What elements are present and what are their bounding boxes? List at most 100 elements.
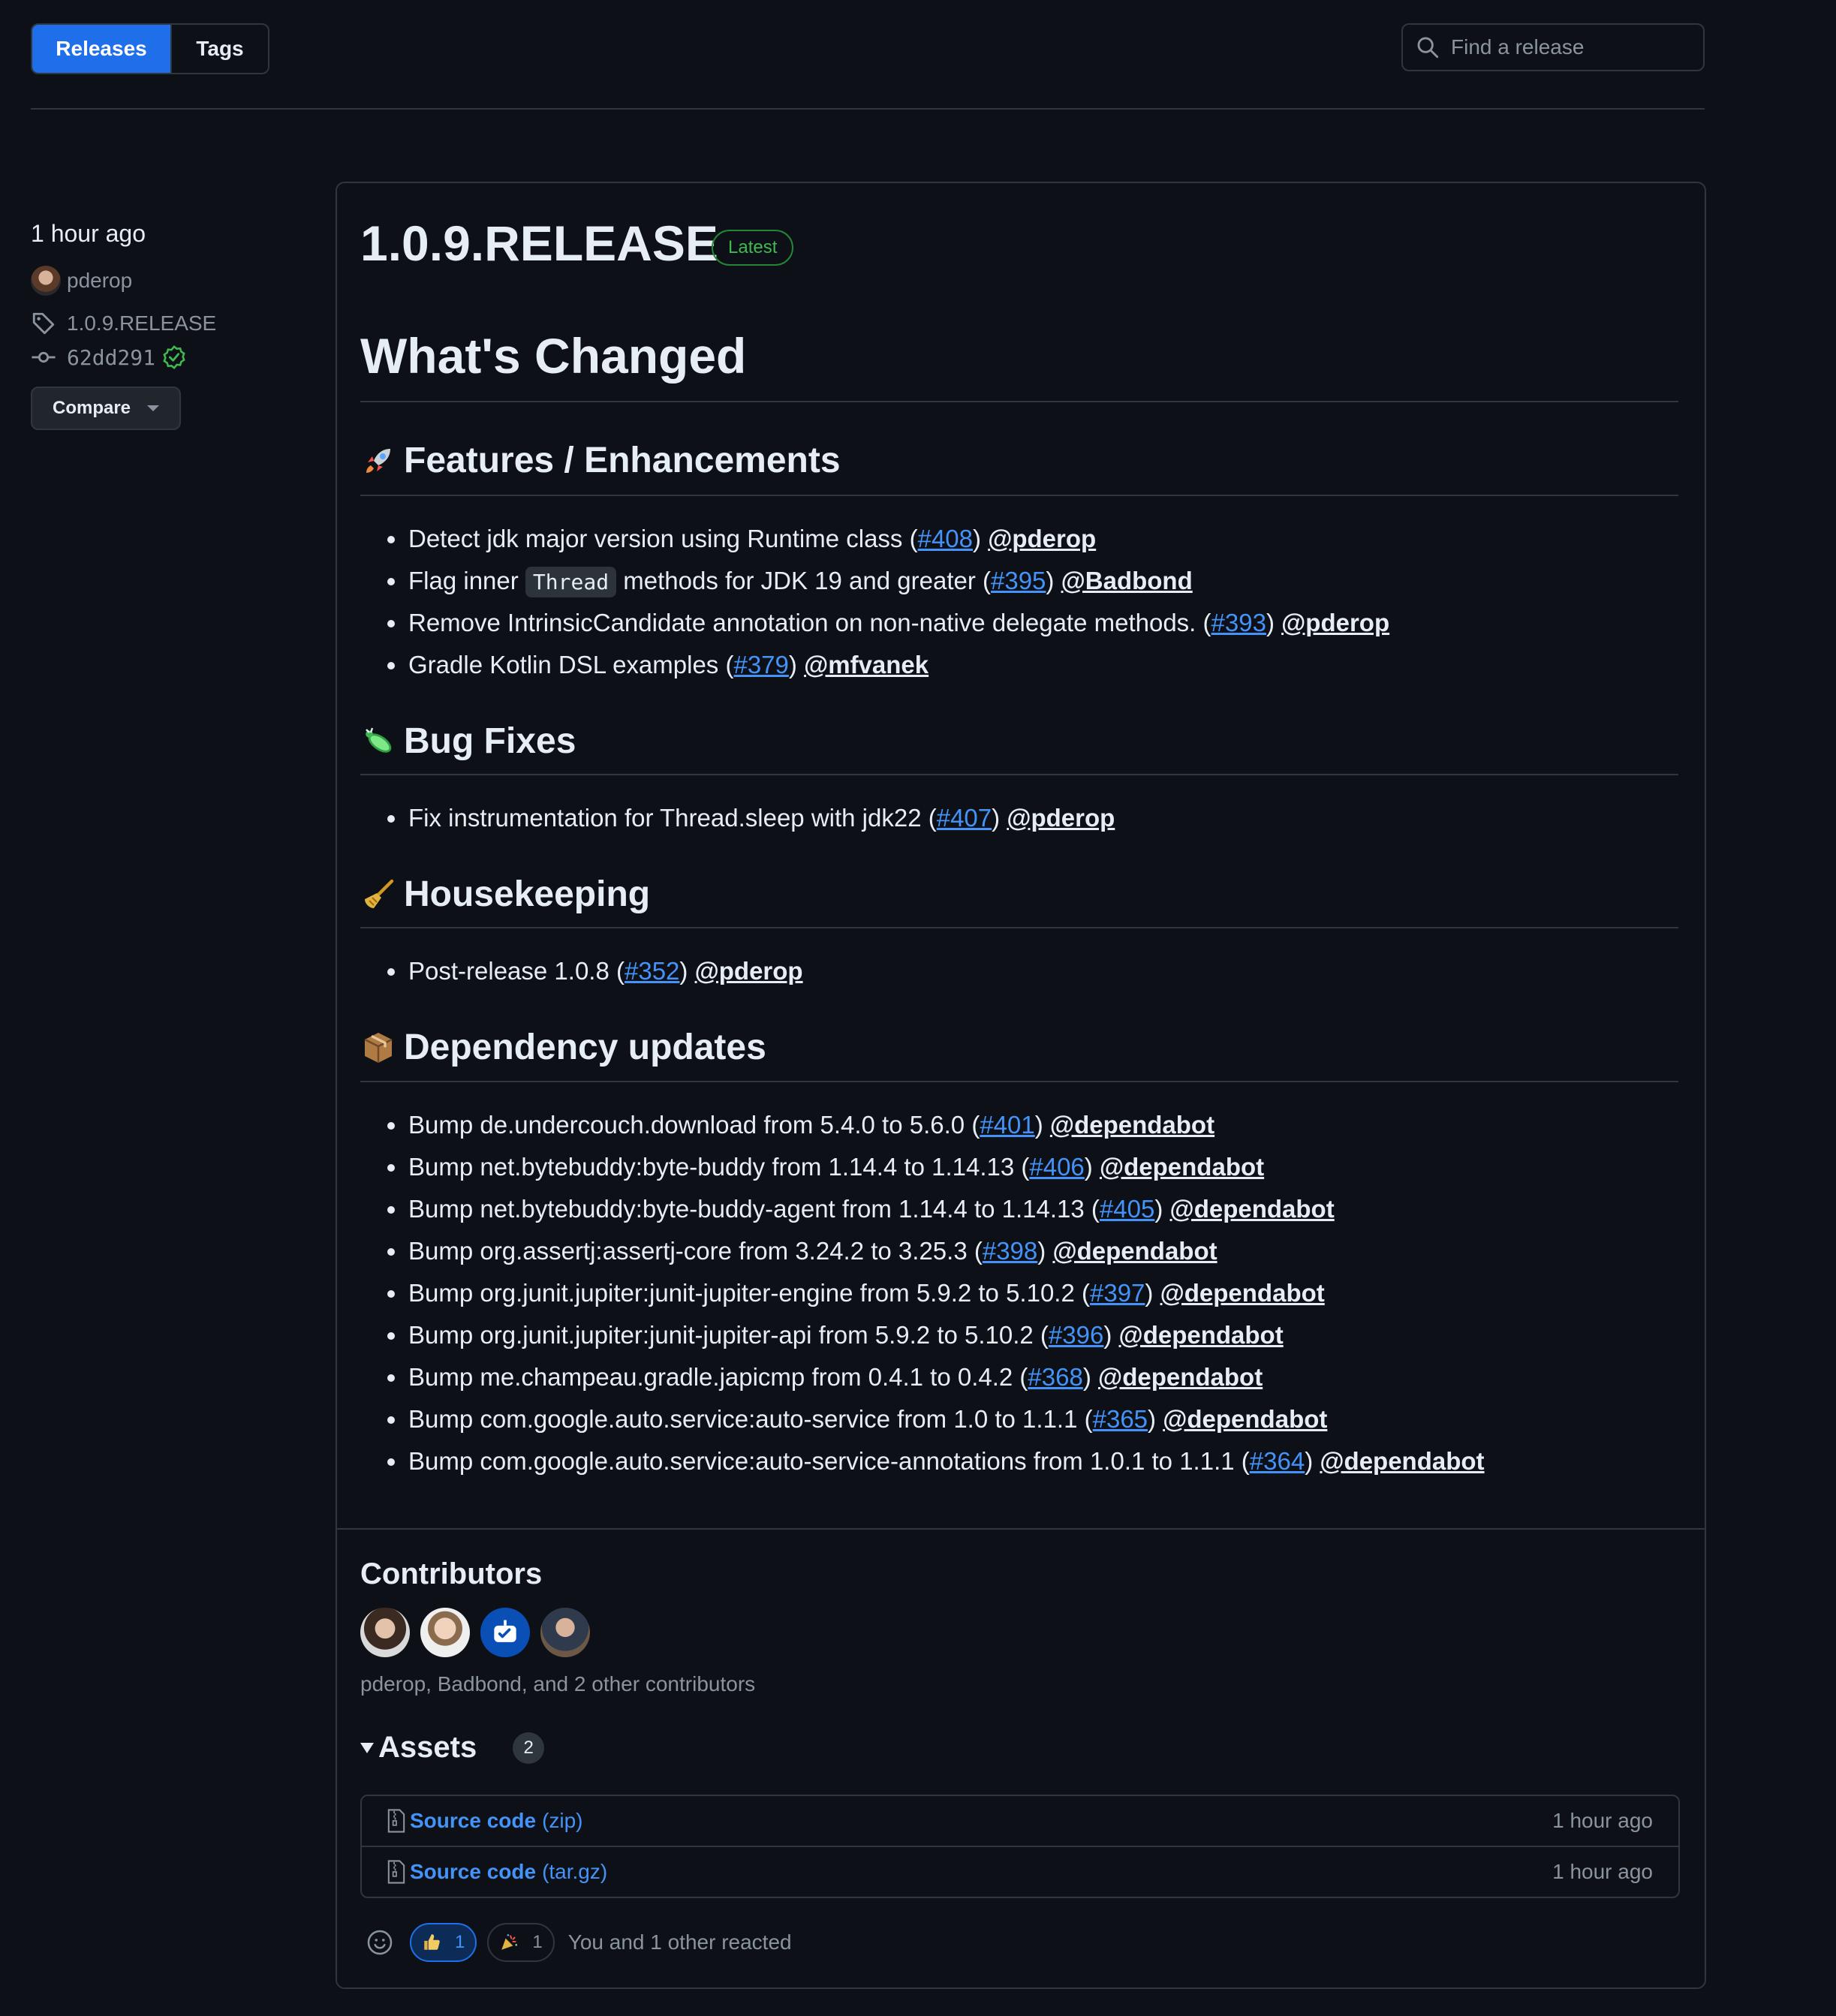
asset-row[interactable]: Source code (zip) 1 hour ago (362, 1796, 1678, 1846)
pr-link[interactable]: #364 (1250, 1447, 1305, 1475)
commit-hash[interactable]: 62dd291 (67, 345, 155, 370)
tag-icon (32, 312, 55, 335)
release-tag[interactable]: 1.0.9.RELEASE (31, 311, 216, 336)
latest-badge: Latest (712, 230, 794, 266)
header-divider (31, 108, 1705, 110)
list-item: Remove IntrinsicCandidate annotation on … (383, 602, 1389, 644)
section-divider (360, 774, 1678, 775)
file-zip-icon (387, 1809, 405, 1833)
user-link[interactable]: @pderop (1281, 609, 1389, 636)
user-link[interactable]: @dependabot (1052, 1237, 1217, 1265)
add-reaction-button[interactable] (360, 1923, 399, 1962)
pr-link[interactable]: #405 (1100, 1195, 1154, 1223)
section-housekeeping-heading: Housekeeping (360, 874, 650, 915)
reaction-tada[interactable]: 1 (487, 1923, 555, 1962)
search-input[interactable] (1449, 35, 1693, 60)
item-text: ) (1305, 1447, 1314, 1475)
author-name[interactable]: pderop (67, 269, 132, 293)
pr-link[interactable]: #407 (937, 804, 992, 832)
asset-time: 1 hour ago (1552, 1860, 1653, 1883)
release-search[interactable] (1401, 23, 1705, 71)
smiley-icon (367, 1930, 393, 1955)
list-item: Bump com.google.auto.service:auto-servic… (383, 1440, 1485, 1482)
user-link[interactable]: @Badbond (1061, 567, 1193, 594)
section-title: Dependency updates (404, 1028, 766, 1067)
item-text: ) (1154, 1195, 1163, 1223)
item-text: ) (1266, 609, 1275, 636)
tag-name[interactable]: 1.0.9.RELEASE (67, 311, 216, 335)
thumbs-up-icon (424, 1934, 440, 1950)
compare-button[interactable]: Compare (31, 387, 181, 430)
tab-tags[interactable]: Tags (170, 25, 268, 73)
user-link[interactable]: @pderop (988, 525, 1096, 552)
user-link[interactable]: @pderop (695, 957, 803, 985)
pr-link[interactable]: #379 (733, 651, 788, 679)
verified-check-icon[interactable] (161, 345, 187, 370)
user-link[interactable]: @dependabot (1160, 1279, 1325, 1307)
reaction-thumbs-up[interactable]: 1 (410, 1923, 477, 1962)
pr-link[interactable]: #408 (918, 525, 973, 552)
user-link[interactable]: @dependabot (1100, 1153, 1264, 1181)
pr-link[interactable]: #398 (983, 1237, 1037, 1265)
pr-link[interactable]: #406 (1029, 1153, 1084, 1181)
section-features-heading: Features / Enhancements (360, 440, 841, 481)
item-text: Bump org.junit.jupiter:junit-jupiter-api… (408, 1321, 1049, 1349)
asset-link[interactable]: Source code (410, 1809, 536, 1833)
user-link[interactable]: @pderop (1007, 804, 1115, 832)
user-link[interactable]: @dependabot (1050, 1111, 1214, 1139)
release-author[interactable]: pderop (31, 266, 132, 296)
rocket-icon (366, 448, 390, 473)
pr-link[interactable]: #397 (1090, 1279, 1145, 1307)
item-text: Gradle Kotlin DSL examples ( (408, 651, 734, 679)
release-title[interactable]: 1.0.9.RELEASE (360, 215, 718, 272)
item-text: ) (1037, 1237, 1046, 1265)
tab-releases[interactable]: Releases (32, 25, 170, 73)
assets-toggle[interactable]: Assets 2 (360, 1731, 545, 1765)
pr-link[interactable]: #352 (625, 957, 679, 985)
user-link[interactable]: @mfvanek (804, 651, 929, 679)
pr-link[interactable]: #365 (1093, 1405, 1148, 1433)
section-divider (360, 1081, 1678, 1082)
list-item: Bump me.champeau.gradle.japicmp from 0.4… (383, 1356, 1485, 1398)
user-link[interactable]: @dependabot (1170, 1195, 1335, 1223)
contributor-avatars (360, 1608, 600, 1657)
user-link[interactable]: @dependabot (1098, 1363, 1263, 1391)
item-text: Bump de.undercouch.download from 5.4.0 t… (408, 1111, 980, 1139)
user-link[interactable]: @dependabot (1119, 1321, 1284, 1349)
list-item: Bump net.bytebuddy:byte-buddy from 1.14.… (383, 1146, 1485, 1188)
list-item: Gradle Kotlin DSL examples (#379) @mfvan… (383, 644, 1389, 686)
pr-link[interactable]: #368 (1028, 1363, 1082, 1391)
item-text: Bump org.assertj:assertj-core from 3.24.… (408, 1237, 983, 1265)
item-text: Bump com.google.auto.service:auto-servic… (408, 1405, 1093, 1433)
search-icon (1417, 37, 1439, 59)
pr-link[interactable]: #396 (1049, 1321, 1103, 1349)
asset-row[interactable]: Source code (tar.gz) 1 hour ago (362, 1846, 1678, 1897)
user-link[interactable]: @dependabot (1163, 1405, 1327, 1433)
asset-link[interactable]: Source code (410, 1860, 536, 1884)
bug-icon (366, 727, 392, 753)
pr-link[interactable]: #395 (991, 567, 1046, 594)
avatar[interactable] (360, 1608, 410, 1657)
item-text: ) (1034, 1111, 1043, 1139)
list-item: Bump net.bytebuddy:byte-buddy-agent from… (383, 1188, 1485, 1230)
pr-link[interactable]: #393 (1211, 609, 1266, 636)
assets-title: Assets (378, 1731, 477, 1764)
item-text: Bump com.google.auto.service:auto-servic… (408, 1447, 1250, 1475)
list-item: Bump org.assertj:assertj-core from 3.24.… (383, 1230, 1485, 1272)
user-link[interactable]: @dependabot (1320, 1447, 1484, 1475)
inline-code: Thread (525, 567, 617, 597)
avatar (31, 266, 61, 296)
item-text: ) (973, 525, 982, 552)
asset-ext[interactable]: (tar.gz) (542, 1860, 607, 1884)
avatar[interactable] (480, 1608, 530, 1657)
section-divider (360, 495, 1678, 496)
release-tabs: Releases Tags (31, 23, 269, 74)
release-commit[interactable]: 62dd291 (31, 345, 187, 370)
item-text: Flag inner (408, 567, 525, 594)
section-divider (360, 927, 1678, 928)
pr-link[interactable]: #401 (980, 1111, 1034, 1139)
avatar[interactable] (420, 1608, 470, 1657)
avatar[interactable] (540, 1608, 590, 1657)
contributors-heading: Contributors (360, 1557, 543, 1590)
asset-ext[interactable]: (zip) (542, 1809, 582, 1833)
